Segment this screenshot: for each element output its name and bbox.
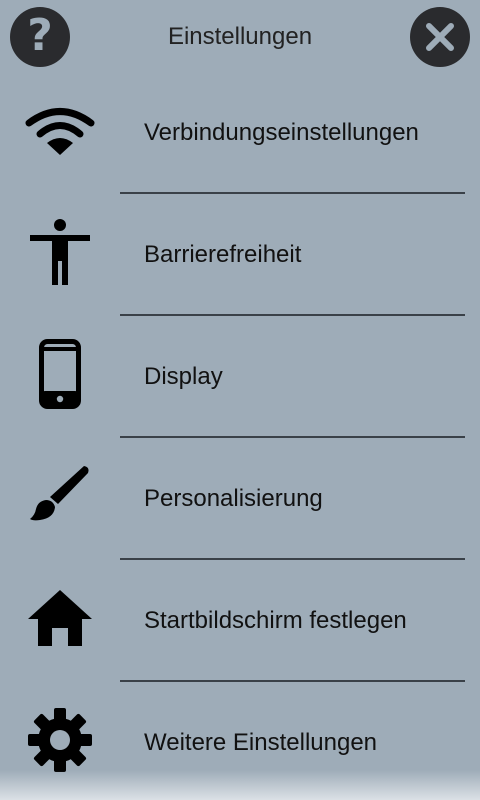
menu-item-personalisierung[interactable]: Personalisierung xyxy=(0,438,480,560)
question-mark-icon: ? xyxy=(27,10,53,61)
menu-item-weitere-einstellungen[interactable]: Weitere Einstellungen xyxy=(0,682,480,800)
page-title: Einstellungen xyxy=(167,23,313,50)
menu-item-label: Startbildschirm festlegen xyxy=(144,607,407,634)
settings-screen: ? Einstellungen Verbindungseinstellungen xyxy=(0,0,480,800)
wifi-icon xyxy=(22,92,98,168)
smartphone-icon xyxy=(22,336,98,412)
menu-item-verbindungseinstellungen[interactable]: Verbindungseinstellungen xyxy=(0,72,480,194)
close-button[interactable] xyxy=(410,7,470,67)
menu-item-barrierefreiheit[interactable]: Barrierefreiheit xyxy=(0,194,480,316)
accessibility-icon xyxy=(22,215,98,291)
header: ? Einstellungen xyxy=(0,0,480,72)
menu-item-display[interactable]: Display xyxy=(0,316,480,438)
menu-item-startbildschirm[interactable]: Startbildschirm festlegen xyxy=(0,560,480,682)
home-icon xyxy=(22,580,98,656)
menu-item-label: Personalisierung xyxy=(144,485,323,512)
menu-item-label: Barrierefreiheit xyxy=(144,241,302,268)
close-icon xyxy=(426,23,454,51)
menu-item-label: Verbindungseinstellungen xyxy=(144,119,419,146)
menu-item-label: Weitere Einstellungen xyxy=(144,729,378,756)
gear-icon xyxy=(22,702,98,778)
menu-item-label: Display xyxy=(144,363,223,390)
paintbrush-icon xyxy=(22,456,98,532)
help-button[interactable]: ? xyxy=(10,7,70,67)
settings-menu: Verbindungseinstellungen Barrierefreihei… xyxy=(0,72,480,800)
